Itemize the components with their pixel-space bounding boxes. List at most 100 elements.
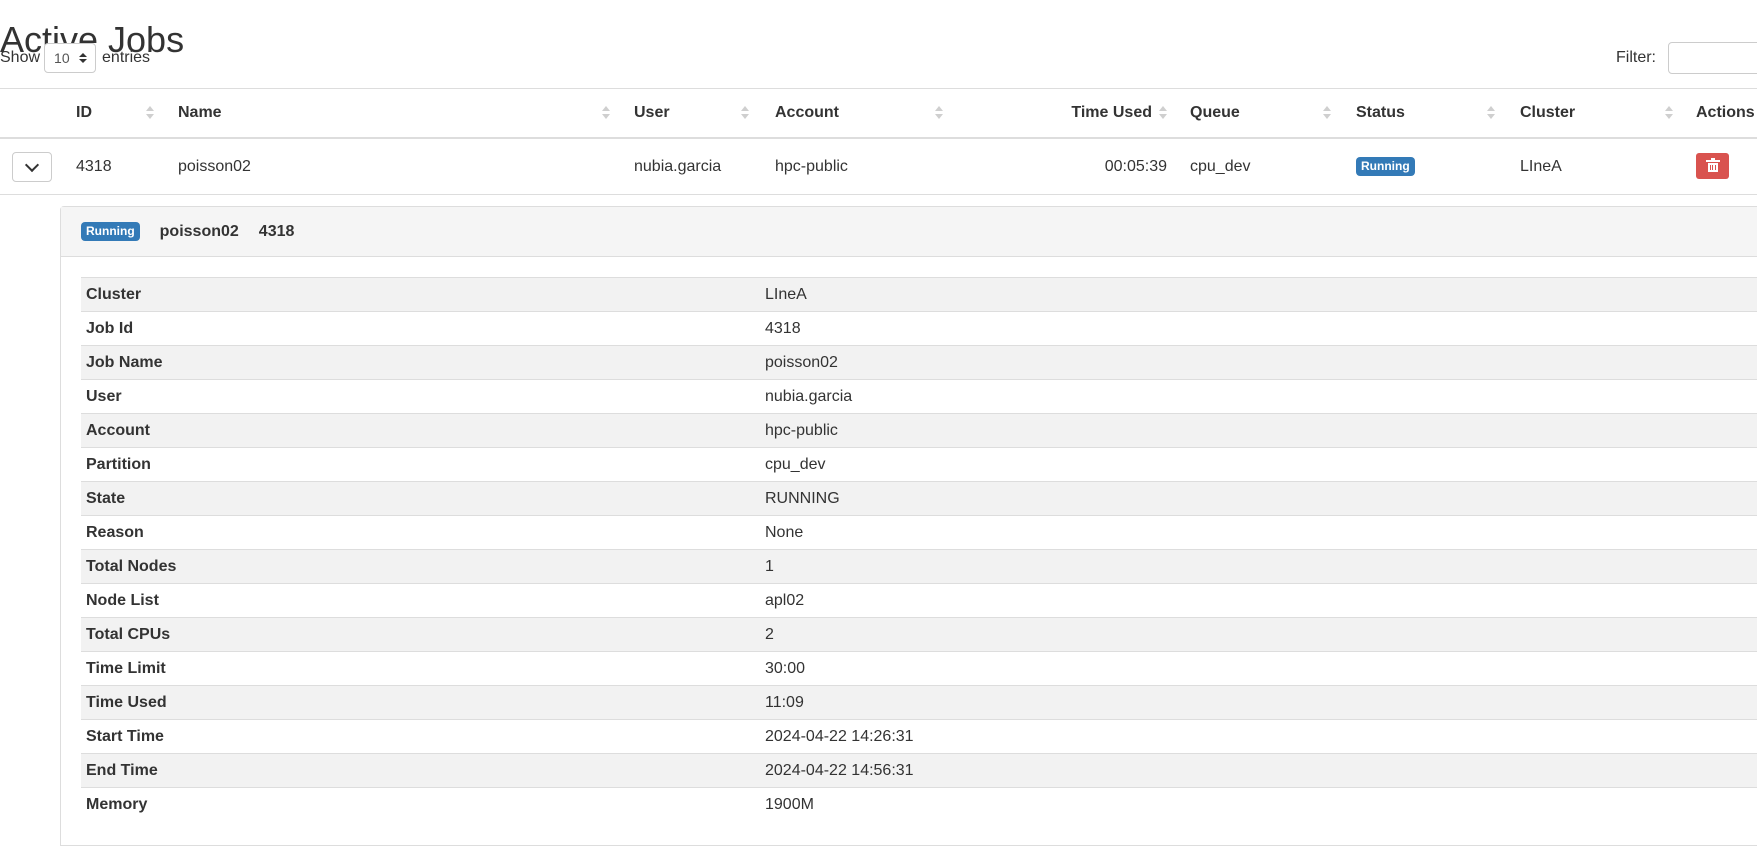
- job-detail-panel: Running poisson02 4318 Cluster LIneA Job …: [60, 206, 1757, 846]
- cell-cluster: LIneA: [1520, 158, 1562, 175]
- sort-icon: [1159, 106, 1167, 119]
- detail-row-reason: Reason None: [81, 515, 1757, 550]
- table-row: 4318 poisson02 nubia.garcia hpc-public 0…: [0, 139, 1757, 195]
- cell-account: hpc-public: [775, 158, 848, 175]
- sort-icon: [935, 106, 943, 119]
- column-header-label: Actions: [1696, 104, 1755, 121]
- detail-value: None: [760, 515, 1757, 550]
- entries-select[interactable]: 10: [44, 43, 97, 73]
- detail-value: poisson02: [760, 345, 1757, 380]
- detail-row-time-limit: Time Limit 30:00: [81, 651, 1757, 686]
- sort-icon: [741, 106, 749, 119]
- column-header-user[interactable]: User: [634, 89, 754, 137]
- column-header-label: Cluster: [1520, 104, 1576, 121]
- detail-row-account: Account hpc-public: [81, 413, 1757, 448]
- detail-job-id: 4318: [258, 222, 295, 240]
- sort-icon: [146, 106, 154, 119]
- detail-key: End Time: [81, 753, 760, 788]
- detail-value: 1900M: [760, 787, 1757, 822]
- detail-value: LIneA: [760, 277, 1757, 312]
- filter-control: Filter:: [1616, 42, 1757, 74]
- trash-icon: [1705, 158, 1720, 172]
- cell-time-used: 00:05:39: [1104, 158, 1167, 175]
- detail-value: 11:09: [760, 685, 1757, 720]
- cell-queue: cpu_dev: [1190, 158, 1251, 175]
- detail-value: 30:00: [760, 651, 1757, 686]
- sort-icon: [1665, 106, 1673, 119]
- column-header-id[interactable]: ID: [76, 89, 161, 137]
- expand-row-button[interactable]: [12, 152, 52, 182]
- select-arrows-icon: [79, 53, 88, 63]
- detail-row-time-used: Time Used 11:09: [81, 685, 1757, 720]
- detail-key: Account: [81, 413, 760, 448]
- detail-value: apl02: [760, 583, 1757, 618]
- detail-key: User: [81, 379, 760, 414]
- detail-key: Time Used: [81, 685, 760, 720]
- detail-value: 2: [760, 617, 1757, 652]
- column-header-label: Time Used: [1071, 104, 1152, 121]
- column-header-label: ID: [76, 104, 92, 121]
- status-badge: Running: [1356, 157, 1415, 177]
- detail-key: Total CPUs: [81, 617, 760, 652]
- detail-key: Node List: [81, 583, 760, 618]
- column-header-queue[interactable]: Queue: [1190, 89, 1335, 137]
- detail-key: Total Nodes: [81, 549, 760, 584]
- detail-key: State: [81, 481, 760, 516]
- column-header-label: User: [634, 104, 670, 121]
- detail-row-partition: Partition cpu_dev: [81, 447, 1757, 482]
- cell-user: nubia.garcia: [634, 158, 722, 175]
- cell-status: Running: [1356, 139, 1415, 194]
- detail-key: Job Id: [81, 311, 760, 346]
- detail-value: nubia.garcia: [760, 379, 1757, 414]
- column-header-label: Status: [1356, 104, 1405, 121]
- cell-id: 4318: [76, 158, 112, 175]
- column-header-actions: Actions: [1696, 89, 1755, 137]
- detail-key: Start Time: [81, 719, 760, 754]
- detail-key: Partition: [81, 447, 760, 482]
- column-header-time-used[interactable]: Time Used: [1040, 89, 1167, 137]
- column-header-account[interactable]: Account: [775, 89, 950, 137]
- column-header-cluster[interactable]: Cluster: [1520, 89, 1680, 137]
- detail-job-name: poisson02: [159, 222, 239, 240]
- detail-value: cpu_dev: [760, 447, 1757, 482]
- column-header-label: Queue: [1190, 104, 1240, 121]
- detail-row-total-cpus: Total CPUs 2: [81, 617, 1757, 652]
- detail-key: Job Name: [81, 345, 760, 380]
- detail-row-memory: Memory 1900M: [81, 787, 1757, 822]
- show-label: Show: [0, 49, 41, 66]
- cell-name: poisson02: [178, 158, 251, 175]
- column-header-label: Name: [178, 104, 222, 121]
- detail-row-job-name: Job Name poisson02: [81, 345, 1757, 380]
- detail-row-total-nodes: Total Nodes 1: [81, 549, 1757, 584]
- detail-value: 2024-04-22 14:26:31: [760, 719, 1757, 754]
- detail-row-end-time: End Time 2024-04-22 14:56:31: [81, 753, 1757, 788]
- detail-key: Cluster: [81, 277, 760, 312]
- delete-job-button[interactable]: [1696, 153, 1729, 179]
- detail-row-cluster: Cluster LIneA: [81, 277, 1757, 312]
- detail-row-node-list: Node List apl02: [81, 583, 1757, 618]
- entries-select-value: 10: [54, 50, 70, 66]
- entries-length-control: Show 10 entries: [0, 43, 150, 73]
- sort-icon: [1487, 106, 1495, 119]
- detail-key: Time Limit: [81, 651, 760, 686]
- column-header-name[interactable]: Name: [178, 89, 610, 137]
- column-header-status[interactable]: Status: [1356, 89, 1501, 137]
- detail-row-job-id: Job Id 4318: [81, 311, 1757, 346]
- job-detail-heading: Running poisson02 4318: [61, 207, 1757, 257]
- detail-value: 1: [760, 549, 1757, 584]
- detail-value: 2024-04-22 14:56:31: [760, 753, 1757, 788]
- sort-icon: [602, 106, 610, 119]
- filter-input[interactable]: [1668, 42, 1757, 74]
- column-header-label: Account: [775, 104, 839, 121]
- job-detail-table: Cluster LIneA Job Id 4318 Job Name poisson0…: [81, 277, 1757, 822]
- detail-key: Reason: [81, 515, 760, 550]
- detail-key: Memory: [81, 787, 760, 822]
- status-badge: Running: [81, 222, 140, 241]
- detail-value: RUNNING: [760, 481, 1757, 516]
- detail-value: hpc-public: [760, 413, 1757, 448]
- detail-row-state: State RUNNING: [81, 481, 1757, 516]
- detail-row-user: User nubia.garcia: [81, 379, 1757, 414]
- sort-icon: [1323, 106, 1331, 119]
- detail-value: 4318: [760, 311, 1757, 346]
- table-header: ID Name User Account Time Used Queue Sta…: [0, 89, 1757, 139]
